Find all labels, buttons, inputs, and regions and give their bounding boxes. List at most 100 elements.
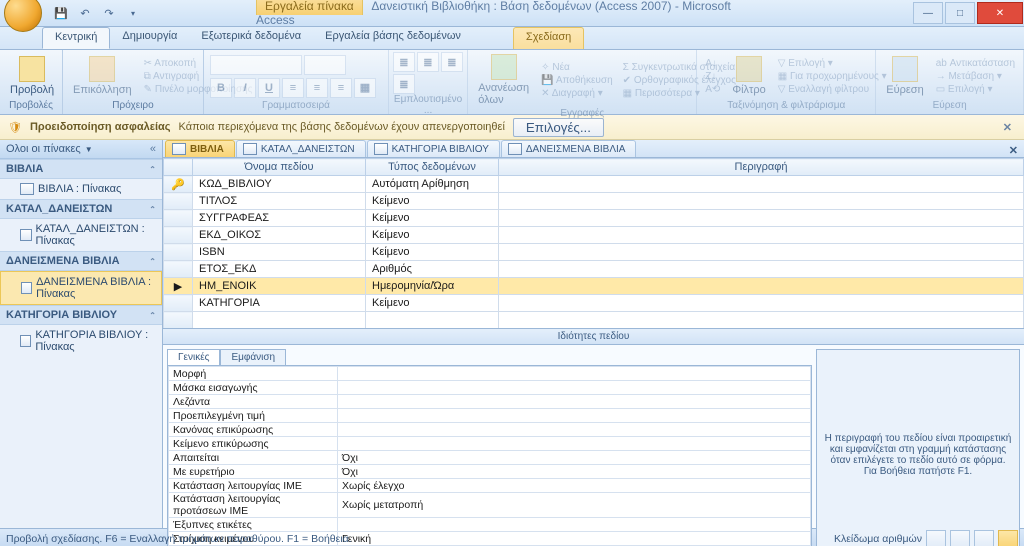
document-tab[interactable]: ΚΑΤΑΛ_ΔΑΝΕΙΣΤΩΝ [236, 140, 366, 157]
property-row[interactable]: Κατάσταση λειτουργίας προτάσεων IMEΧωρίς… [169, 493, 811, 518]
qat-customize-icon[interactable]: ▾ [122, 2, 144, 24]
field-type-cell[interactable]: Ημερομηνία/Ώρα [366, 278, 499, 295]
property-row[interactable]: Προεπιλεγμένη τιμή [169, 409, 811, 423]
find-button[interactable]: Εύρεση [880, 54, 929, 98]
row-selector[interactable] [164, 193, 193, 210]
field-desc-cell[interactable] [499, 244, 1024, 261]
document-tab[interactable]: ΒΙΒΛΙΑ [165, 140, 235, 157]
window-close-button[interactable]: ✕ [977, 2, 1023, 24]
field-row[interactable]: ISBNΚείμενο [164, 244, 1024, 261]
italic-button[interactable]: I [234, 78, 256, 98]
ribbon-tab-design[interactable]: Σχεδίαση [513, 27, 584, 49]
fill-color-button[interactable]: ▦ [354, 78, 376, 98]
props-tab-general[interactable]: Γενικές [167, 349, 220, 365]
sort-asc-button[interactable]: A↓ [701, 57, 724, 70]
paste-button[interactable]: Επικόλληση [67, 54, 138, 98]
field-desc-cell[interactable] [499, 210, 1024, 227]
align-right-button[interactable]: ≡ [330, 78, 352, 98]
ribbon-tab-home[interactable]: Κεντρική [42, 27, 110, 49]
row-selector[interactable] [164, 227, 193, 244]
field-desc-cell[interactable] [499, 193, 1024, 210]
property-row[interactable]: Μάσκα εισαγωγής [169, 381, 811, 395]
property-row[interactable]: Με ευρετήριοΌχι [169, 465, 811, 479]
nav-group-header[interactable]: ΒΙΒΛΙΑ⌃ [0, 159, 162, 179]
bold-button[interactable]: B [210, 78, 232, 98]
row-selector[interactable] [164, 244, 193, 261]
nav-item[interactable]: ΒΙΒΛΙΑ : Πίνακας [0, 179, 162, 199]
nav-group-header[interactable]: ΔΑΝΕΙΣΜΕΝΑ ΒΙΒΛΙΑ⌃ [0, 251, 162, 271]
ribbon-tab-dbtools[interactable]: Εργαλεία βάσης δεδομένων [313, 27, 473, 49]
nav-header[interactable]: Ολοι οι πίνακες▼ « [0, 140, 162, 159]
property-row[interactable]: Κανόνας επικύρωσης [169, 423, 811, 437]
property-value[interactable] [338, 367, 811, 381]
nav-item[interactable]: ΚΑΤΗΓΟΡΙΑ ΒΙΒΛΙΟΥ : Πίνακας [0, 325, 162, 357]
view-design-button[interactable] [998, 530, 1018, 546]
advanced-filter-button[interactable]: ▦ Για προχωρημένους ▾ [774, 70, 891, 83]
field-row[interactable]: 🔑ΚΩΔ_ΒΙΒΛΙΟΥΑυτόματη Αρίθμηση [164, 176, 1024, 193]
underline-button[interactable]: U [258, 78, 280, 98]
view-button[interactable]: Προβολή [4, 54, 60, 98]
window-minimize-button[interactable]: — [913, 2, 943, 24]
field-row[interactable]: ΕΚΔ_ΟΙΚΟΣΚείμενο [164, 227, 1024, 244]
qat-save-icon[interactable]: 💾 [50, 2, 72, 24]
save-record-button[interactable]: 💾 Αποθήκευση [537, 74, 616, 87]
bullets-button[interactable]: ≣ [393, 52, 415, 72]
ribbon-tab-external[interactable]: Εξωτερικά δεδομένα [189, 27, 313, 49]
property-value[interactable] [338, 395, 811, 409]
nav-group-header[interactable]: ΚΑΤΑΛ_ΔΑΝΕΙΣΤΩΝ⌃ [0, 199, 162, 219]
field-desc-cell[interactable] [499, 176, 1024, 193]
security-options-button[interactable]: Επιλογές... [513, 118, 604, 137]
property-row[interactable]: Έξυπνες ετικέτες [169, 518, 811, 532]
field-name-cell[interactable]: ΚΑΤΗΓΟΡΙΑ [193, 295, 366, 312]
decrease-indent-button[interactable]: ≣ [441, 52, 463, 72]
field-type-cell[interactable]: Αυτόματη Αρίθμηση [366, 176, 499, 193]
field-type-cell[interactable]: Κείμενο [366, 210, 499, 227]
selection-filter-button[interactable]: ▽ Επιλογή ▾ [774, 57, 891, 70]
clear-sort-button[interactable]: A⟲ [701, 83, 724, 96]
field-row[interactable]: ΕΤΟΣ_ΕΚΔΑριθμός [164, 261, 1024, 278]
field-desc-cell[interactable] [499, 278, 1024, 295]
window-restore-button[interactable]: □ [945, 2, 975, 24]
field-type-cell[interactable]: Κείμενο [366, 244, 499, 261]
property-row[interactable]: Κείμενο επικύρωσης [169, 437, 811, 451]
field-type-cell[interactable]: Κείμενο [366, 227, 499, 244]
property-value[interactable]: Όχι [338, 465, 811, 479]
field-desc-cell[interactable] [499, 261, 1024, 278]
sort-desc-button[interactable]: Z↓ [701, 70, 724, 83]
qat-undo-icon[interactable]: ↶ [74, 2, 96, 24]
document-close-button[interactable]: ✕ [1003, 144, 1024, 157]
property-value[interactable] [338, 381, 811, 395]
field-name-cell[interactable]: ΕΤΟΣ_ΕΚΔ [193, 261, 366, 278]
props-grid[interactable]: ΜορφήΜάσκα εισαγωγήςΛεζάνταΠροεπιλεγμένη… [167, 365, 812, 546]
property-row[interactable]: Κατάσταση λειτουργίας IMEΧωρίς έλεγχο [169, 479, 811, 493]
align-center-button[interactable]: ≡ [306, 78, 328, 98]
goto-button[interactable]: → Μετάβαση ▾ [932, 70, 1019, 83]
new-record-button[interactable]: ✧ Νέα [537, 61, 616, 74]
field-name-cell[interactable]: ΗΜ_ΕΝΟΙΚ [193, 278, 366, 295]
col-data-type[interactable]: Τύπος δεδομένων [366, 159, 499, 176]
field-type-cell[interactable]: Αριθμός [366, 261, 499, 278]
replace-button[interactable]: ab Αντικατάσταση [932, 57, 1019, 70]
field-desc-cell[interactable] [499, 227, 1024, 244]
nav-item[interactable]: ΔΑΝΕΙΣΜΕΝΑ ΒΙΒΛΙΑ : Πίνακας [0, 271, 162, 305]
field-name-cell[interactable]: ΤΙΤΛΟΣ [193, 193, 366, 210]
property-row[interactable]: ΑπαιτείταιΌχι [169, 451, 811, 465]
property-value[interactable]: Χωρίς έλεγχο [338, 479, 811, 493]
document-tab[interactable]: ΚΑΤΗΓΟΡΙΑ ΒΙΒΛΙΟΥ [367, 140, 500, 157]
row-selector[interactable]: ▶ [164, 278, 193, 295]
property-row[interactable]: Μορφή [169, 367, 811, 381]
col-description[interactable]: Περιγραφή [499, 159, 1024, 176]
nav-item[interactable]: ΚΑΤΑΛ_ΔΑΝΕΙΣΤΩΝ : Πίνακας [0, 219, 162, 251]
delete-record-button[interactable]: ✕ Διαγραφή ▾ [537, 87, 616, 100]
refresh-all-button[interactable]: Ανανέωση όλων [472, 52, 535, 108]
field-row-empty[interactable] [164, 312, 1024, 329]
field-row[interactable]: ΚΑΤΗΓΟΡΙΑΚείμενο [164, 295, 1024, 312]
increase-indent-button[interactable]: ≣ [393, 74, 415, 94]
view-datasheet-button[interactable] [926, 530, 946, 546]
field-type-cell[interactable]: Κείμενο [366, 193, 499, 210]
field-name-cell[interactable]: ΕΚΔ_ΟΙΚΟΣ [193, 227, 366, 244]
field-name-cell[interactable]: ISBN [193, 244, 366, 261]
property-value[interactable] [338, 518, 811, 532]
qat-redo-icon[interactable]: ↷ [98, 2, 120, 24]
field-row[interactable]: ΣΥΓΓΡΑΦΕΑΣΚείμενο [164, 210, 1024, 227]
